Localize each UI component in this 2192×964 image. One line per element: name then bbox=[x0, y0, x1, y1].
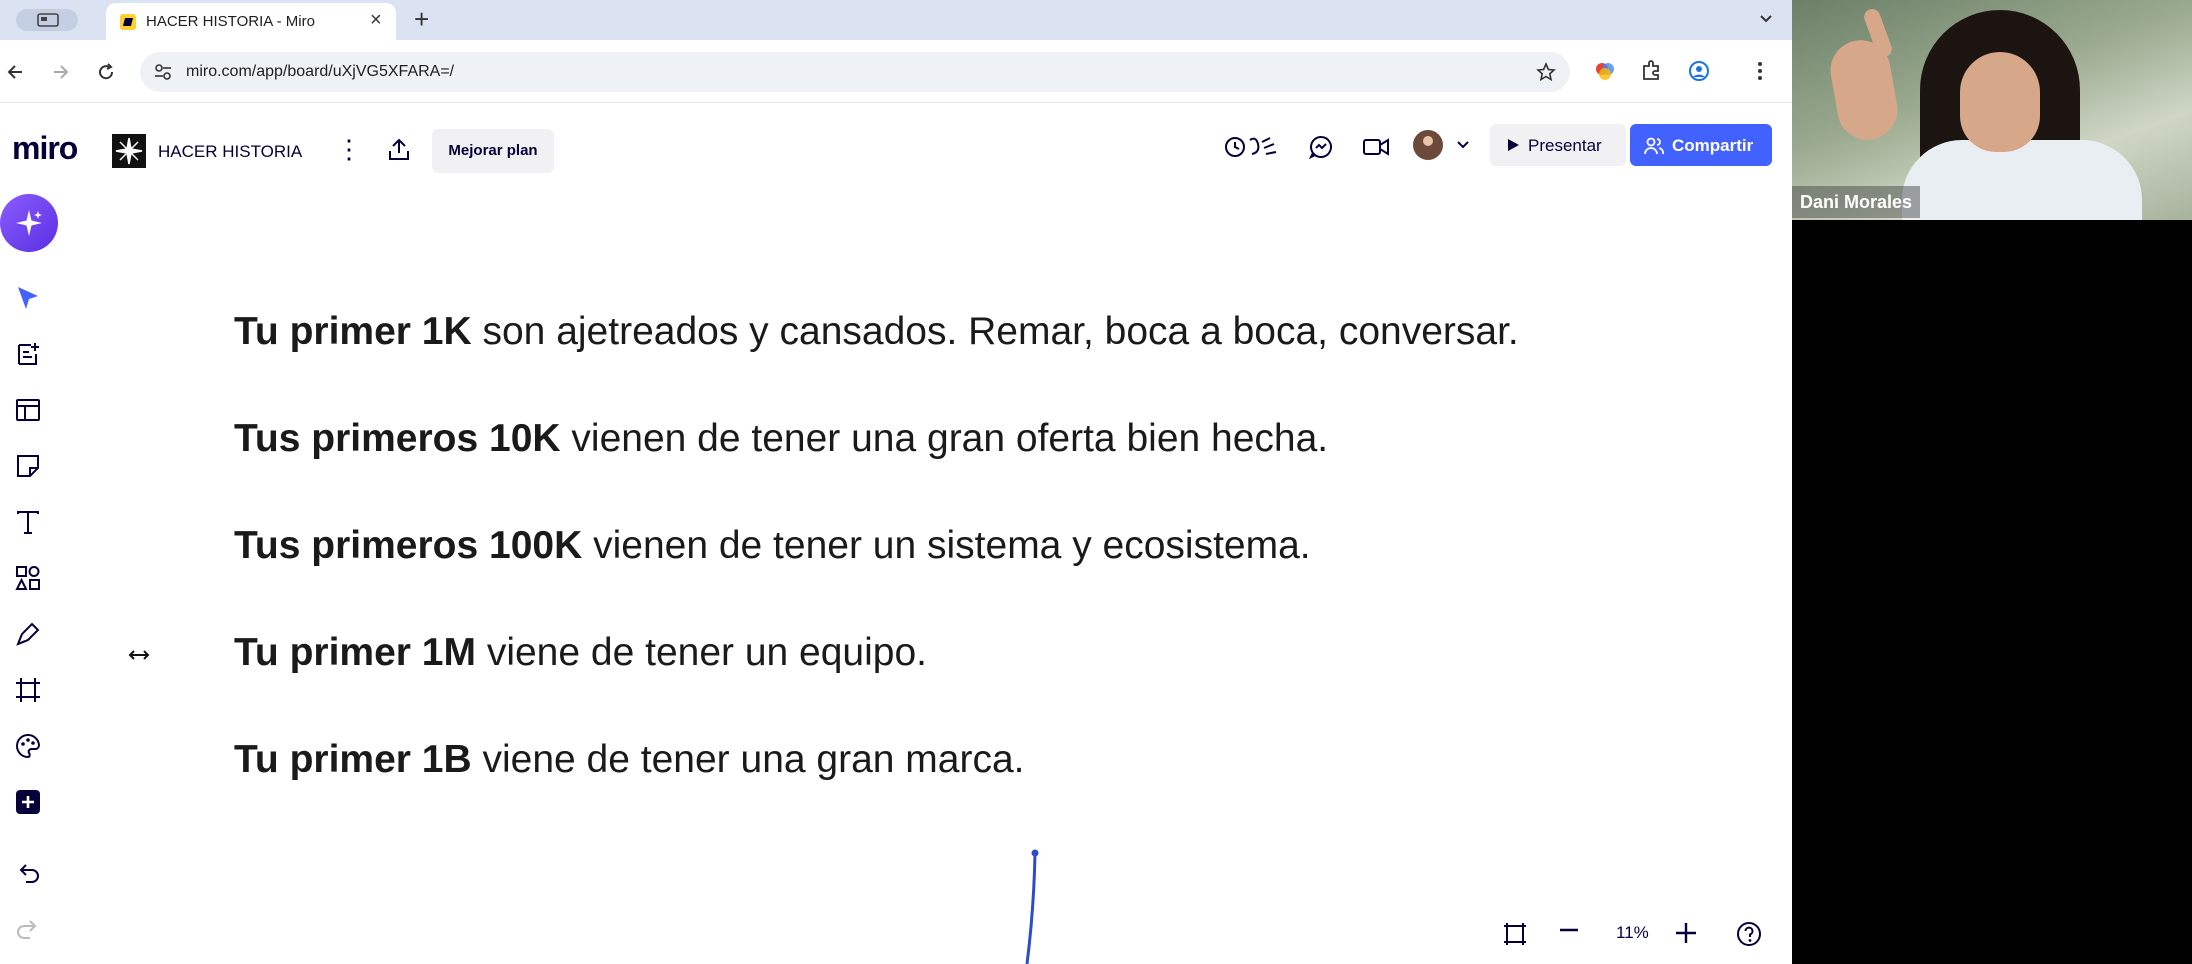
site-settings-icon[interactable] bbox=[154, 64, 172, 80]
address-bar: miro.com/app/board/uXjVG5XFARA=/ bbox=[0, 40, 1792, 103]
extensions-puzzle-icon[interactable] bbox=[1640, 60, 1662, 82]
forward-arrow-icon[interactable] bbox=[50, 62, 70, 82]
video-call-icon[interactable] bbox=[1362, 136, 1390, 158]
present-button[interactable]: Presentar bbox=[1490, 124, 1626, 166]
participant-face bbox=[1960, 52, 2040, 152]
board-line-1k: Tu primer 1K son ajetreados y cansados. … bbox=[234, 310, 1519, 354]
profile-icon[interactable] bbox=[1688, 60, 1710, 82]
line-text: viene de tener un equipo. bbox=[475, 631, 927, 674]
share-people-icon bbox=[1644, 137, 1664, 155]
pen-draw-icon[interactable] bbox=[14, 620, 42, 648]
redo-icon[interactable] bbox=[14, 916, 42, 944]
layout-frame-icon[interactable] bbox=[14, 396, 42, 424]
reload-icon[interactable] bbox=[96, 62, 116, 82]
help-icon[interactable] bbox=[1736, 921, 1762, 947]
zoom-controls: 11% bbox=[1490, 908, 1782, 958]
board-icon[interactable] bbox=[112, 134, 146, 168]
new-tab-icon[interactable]: + bbox=[414, 4, 429, 35]
extension-colorful-icon[interactable] bbox=[1594, 60, 1616, 82]
line-bold: Tu primer 1K bbox=[234, 310, 472, 353]
user-avatar[interactable] bbox=[1413, 130, 1443, 160]
palette-icon[interactable] bbox=[14, 732, 42, 760]
miro-board-header: miro HACER HISTORIA ⋮ Mejorar plan bbox=[0, 112, 560, 173]
comments-icon[interactable] bbox=[1308, 134, 1334, 160]
select-cursor-icon[interactable] bbox=[14, 284, 42, 312]
chevron-down-icon[interactable] bbox=[1456, 140, 1470, 150]
frame-crop-icon[interactable] bbox=[14, 676, 42, 704]
upgrade-plan-button[interactable]: Mejorar plan bbox=[432, 129, 554, 173]
resize-cursor-icon[interactable] bbox=[128, 648, 150, 662]
participant-shirt bbox=[1902, 140, 2142, 220]
browser-menu-icon[interactable] bbox=[1756, 60, 1764, 82]
tab-title: HACER HISTORIA - Miro bbox=[146, 13, 315, 30]
participant-name: Dani Morales bbox=[1792, 186, 1921, 218]
line-bold: Tu primer 1B bbox=[234, 738, 472, 781]
tab-list-chevron-icon[interactable] bbox=[1758, 10, 1774, 26]
ai-assistant-button[interactable] bbox=[0, 194, 58, 252]
participant-video-tile[interactable]: Dani Morales bbox=[1792, 0, 2192, 220]
reactions-icon[interactable] bbox=[1224, 134, 1280, 160]
active-tab[interactable]: HACER HISTORIA - Miro × bbox=[106, 3, 396, 40]
sparkle-icon bbox=[16, 210, 42, 236]
text-tool-icon[interactable] bbox=[14, 508, 42, 536]
board-line-1m: Tu primer 1M viene de tener un equipo. bbox=[234, 631, 927, 675]
line-text: viene de tener una gran marca. bbox=[471, 738, 1025, 781]
back-arrow-icon[interactable] bbox=[6, 62, 26, 82]
zoom-in-icon[interactable] bbox=[1674, 921, 1698, 945]
bookmark-star-icon[interactable] bbox=[1536, 62, 1556, 82]
url-text: miro.com/app/board/uXjVG5XFARA=/ bbox=[186, 63, 455, 80]
zoom-level[interactable]: 11% bbox=[1616, 923, 1649, 943]
line-text: son ajetreados y cansados. Remar, boca a… bbox=[471, 310, 1519, 353]
line-bold: Tu primer 1M bbox=[234, 631, 476, 674]
share-label: Compartir bbox=[1672, 136, 1754, 155]
board-name[interactable]: HACER HISTORIA bbox=[158, 142, 302, 162]
close-tab-icon[interactable]: × bbox=[370, 9, 382, 32]
templates-doc-icon[interactable] bbox=[14, 340, 42, 368]
share-button[interactable]: Compartir bbox=[1630, 124, 1772, 166]
tab-search-button[interactable] bbox=[16, 9, 78, 31]
omnibox[interactable]: miro.com/app/board/uXjVG5XFARA=/ bbox=[140, 52, 1570, 92]
miro-favicon-icon bbox=[120, 14, 136, 30]
fit-frame-icon[interactable] bbox=[1502, 921, 1528, 947]
miro-logo[interactable]: miro bbox=[12, 130, 78, 167]
tab-groups-icon bbox=[37, 13, 59, 27]
line-text: vienen de tener un sistema y ecosistema. bbox=[582, 524, 1311, 567]
burst-icon bbox=[115, 137, 143, 165]
board-line-1b: Tu primer 1B viene de tener una gran mar… bbox=[234, 738, 1025, 782]
browser-window: HACER HISTORIA - Miro × + miro.com/app/b… bbox=[0, 0, 1792, 964]
present-label: Presentar bbox=[1528, 136, 1602, 155]
line-bold: Tus primeros 10K bbox=[234, 417, 561, 460]
more-apps-plus-icon[interactable] bbox=[14, 788, 42, 816]
tab-bar: HACER HISTORIA - Miro × + bbox=[0, 0, 1792, 40]
play-icon bbox=[1508, 139, 1519, 151]
left-toolbar bbox=[0, 186, 60, 964]
undo-icon[interactable] bbox=[14, 860, 42, 888]
line-text: vienen de tener una gran oferta bien hec… bbox=[560, 417, 1329, 460]
sticky-note-icon[interactable] bbox=[14, 452, 42, 480]
pen-stroke bbox=[1025, 849, 1039, 964]
board-line-100k: Tus primeros 100K vienen de tener un sis… bbox=[234, 524, 1311, 568]
zoom-out-icon[interactable] bbox=[1558, 927, 1580, 933]
board-line-10k: Tus primeros 10K vienen de tener una gra… bbox=[234, 417, 1328, 461]
board-menu-icon[interactable]: ⋮ bbox=[336, 136, 362, 162]
shapes-icon[interactable] bbox=[14, 564, 42, 592]
export-upload-icon[interactable] bbox=[386, 137, 412, 163]
line-bold: Tus primeros 100K bbox=[234, 524, 583, 567]
miro-top-bar: miro HACER HISTORIA ⋮ Mejorar plan Prese… bbox=[0, 104, 1792, 186]
